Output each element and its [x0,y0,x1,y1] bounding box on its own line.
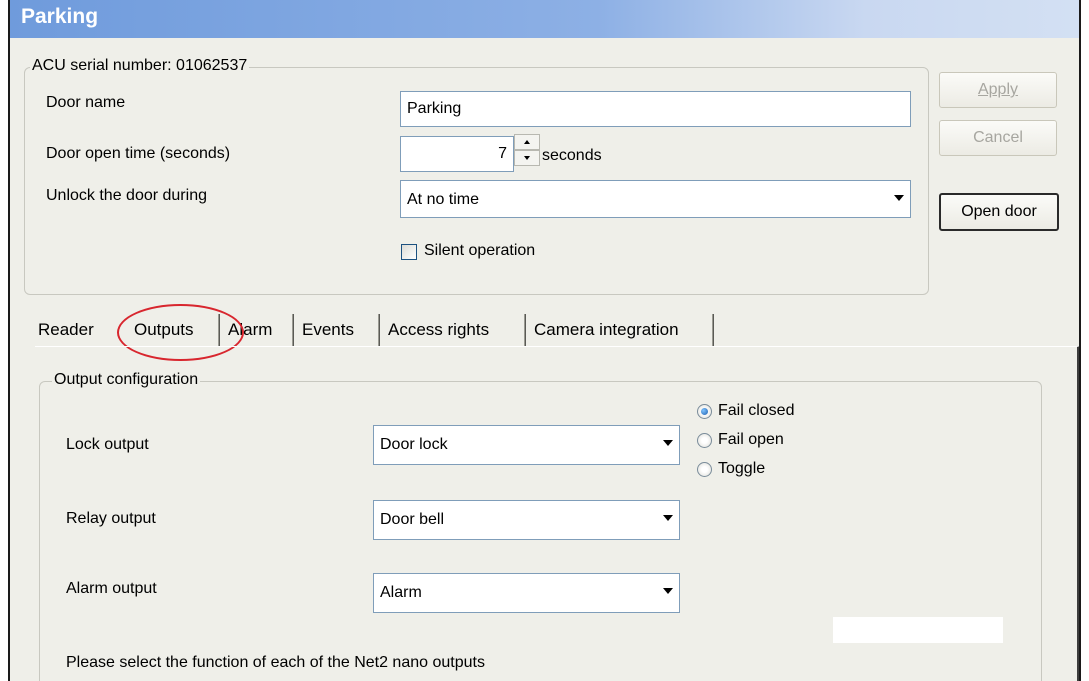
alarm-output-value: Alarm [380,584,422,601]
tab-reader-label: Reader [38,320,94,339]
tab-separator [524,314,526,346]
tab-events[interactable]: Events [296,314,380,346]
fail-closed-radio[interactable] [697,404,712,419]
fail-open-label: Fail open [718,431,784,448]
cancel-button-label: Cancel [973,129,1023,146]
tab-separator [712,314,714,346]
relay-output-value: Door bell [380,511,445,528]
tab-separator [292,314,294,346]
chevron-down-icon [663,515,673,521]
acu-serial-legend: ACU serial number: 01062537 [30,57,250,75]
window-title: Parking [21,5,99,28]
tab-camera-integration-label: Camera integration [534,320,679,339]
tab-separator [378,314,380,346]
help-text: Please select the function of each of th… [66,654,485,671]
chevron-down-icon [663,588,673,594]
tab-access-rights-label: Access rights [388,320,490,339]
title-bar: Parking [10,0,1079,38]
door-open-time-label: Door open time (seconds) [46,145,231,162]
door-open-time-field[interactable]: 7 [400,136,514,172]
tab-access-rights[interactable]: Access rights [382,314,526,346]
silent-operation-label: Silent operation [424,242,536,259]
toggle-radio[interactable] [697,462,712,477]
open-door-button-label: Open door [961,203,1037,220]
blank-white-patch [833,617,1003,643]
tab-reader[interactable]: Reader [32,314,116,346]
alarm-output-select[interactable]: Alarm [373,573,680,613]
tab-camera-integration[interactable]: Camera integration [528,314,714,346]
chevron-down-icon [663,440,673,446]
unlock-during-value: At no time [407,191,480,208]
door-name-field[interactable]: Parking [400,91,911,127]
open-door-button[interactable]: Open door [939,193,1059,231]
relay-output-select[interactable]: Door bell [373,500,680,540]
unlock-during-select[interactable]: At no time [400,180,911,218]
door-name-label: Door name [46,94,126,111]
cancel-button[interactable]: Cancel [939,120,1057,156]
toggle-label: Toggle [718,460,766,477]
apply-button[interactable]: Apply [939,72,1057,108]
lock-output-label: Lock output [66,436,149,453]
spin-down-icon[interactable] [514,150,540,166]
relay-output-label: Relay output [66,510,156,527]
seconds-unit-label: seconds [542,147,602,164]
spin-up-icon[interactable] [514,134,540,150]
fail-open-radio[interactable] [697,433,712,448]
apply-button-label: Apply [977,81,1019,98]
alarm-output-label: Alarm output [66,580,157,597]
door-open-time-value: 7 [498,145,507,162]
fail-closed-label: Fail closed [718,402,795,419]
silent-operation-checkbox[interactable] [401,244,417,260]
door-settings-window: Parking ACU serial number: 01062537 Door… [8,0,1081,681]
door-open-time-spinner[interactable] [514,134,540,166]
chevron-down-icon [894,195,904,201]
unlock-during-label: Unlock the door during [46,187,207,204]
lock-output-value: Door lock [380,436,448,453]
lock-output-select[interactable]: Door lock [373,425,680,465]
output-config-legend: Output configuration [52,371,201,389]
tab-events-label: Events [302,320,354,339]
